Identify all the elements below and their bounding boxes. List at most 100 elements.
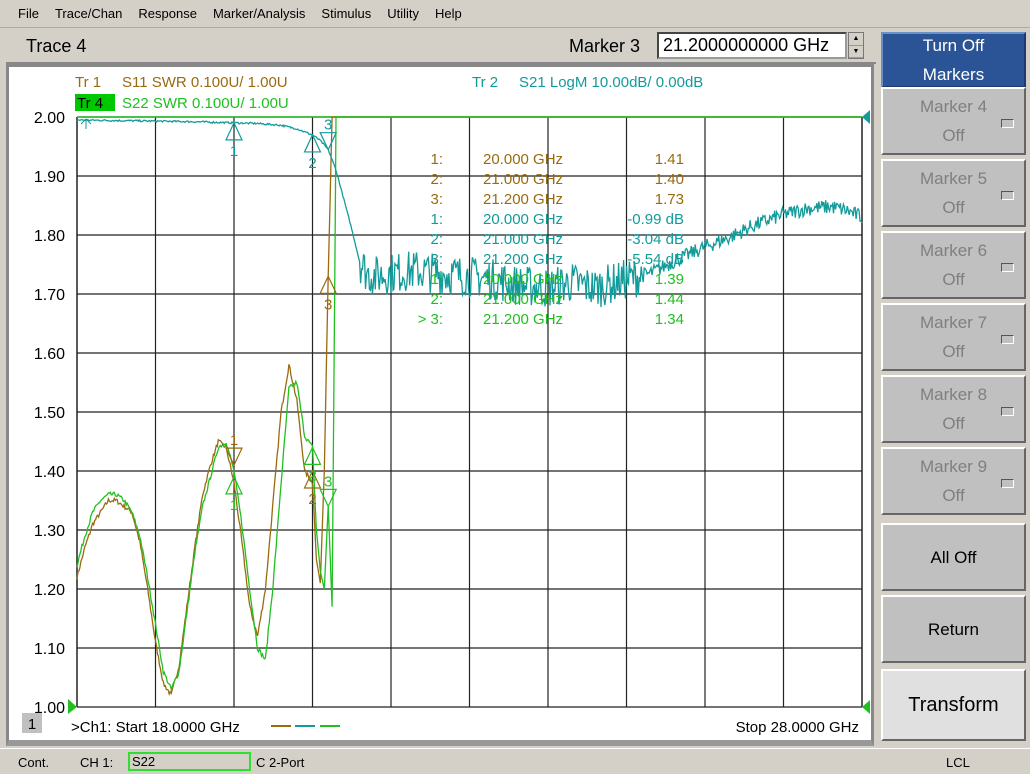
softkey-marker-8-off[interactable]: Marker 8 Off <box>881 375 1026 443</box>
trace2-description: S21 LogM 10.00dB/ 0.00dB <box>519 74 703 91</box>
readout-marker-frequency: 21.000 GHz <box>483 231 563 248</box>
stop-frequency: Stop 28.0000 GHz <box>736 719 859 736</box>
menu-response[interactable]: Response <box>130 6 205 21</box>
readout-marker-label: > 3: <box>418 311 443 328</box>
marker-frequency-input[interactable]: 21.2000000000 GHz <box>657 32 847 59</box>
start-frequency: >Ch1: Start 18.0000 GHz <box>71 719 240 736</box>
readout-marker-label: 2: <box>430 231 443 248</box>
softkey-sublabel: Off <box>942 126 965 145</box>
active-trace-title: Trace 4 <box>26 36 87 56</box>
readout-marker-value: 1.44 <box>655 291 684 308</box>
softkey-sublabel: Off <box>942 198 965 217</box>
y-tick-label: 1.30 <box>34 523 65 540</box>
marker-tr4-3-label: 3 <box>324 473 332 490</box>
menu-trace-chan[interactable]: Trace/Chan <box>47 6 130 21</box>
y-tick-label: 1.50 <box>34 405 65 422</box>
readout-marker-value: 1.34 <box>655 311 684 328</box>
softkey-all-off[interactable]: All Off <box>881 523 1026 591</box>
remote-status: LCL <box>946 755 970 770</box>
readout-marker-frequency: 20.000 GHz <box>483 151 563 168</box>
readout-marker-label: 1: <box>430 211 443 228</box>
y-tick-label: 1.20 <box>34 582 65 599</box>
measurement-status: S22 <box>128 752 251 771</box>
menubar: File Trace/Chan Response Marker/Analysis… <box>0 0 1030 28</box>
trace4-description: S22 SWR 0.100U/ 1.00U <box>122 95 289 112</box>
marker-tr2-3-icon[interactable] <box>319 132 338 152</box>
marker-tr2-2-label: 2 <box>308 155 316 172</box>
y-tick-label: 1.90 <box>34 169 65 186</box>
softkey-label: Turn Off <box>922 36 985 55</box>
readout-marker-frequency: 21.200 GHz <box>483 251 563 268</box>
softkey-turn-off-markers[interactable]: Turn Off Markers <box>881 32 1026 88</box>
trace1-description: S11 SWR 0.100U/ 1.00U <box>122 74 288 91</box>
marker-tr4-2-label: 2 <box>308 467 316 484</box>
spin-down-button[interactable]: ▼ <box>849 46 863 58</box>
softkey-marker-9-off[interactable]: Marker 9 Off <box>881 447 1026 515</box>
y-tick-label: 1.10 <box>34 641 65 658</box>
start-reference-icon <box>68 699 77 714</box>
softkey-sublabel: Off <box>942 486 965 505</box>
menu-marker-analysis[interactable]: Marker/Analysis <box>205 6 313 21</box>
readout-marker-value: 1.40 <box>655 171 684 188</box>
softkey-sublabel: Off <box>942 342 965 361</box>
softkey-return[interactable]: Return <box>881 595 1026 663</box>
readout-marker-value: 1.41 <box>655 151 684 168</box>
softkey-marker-6-off[interactable]: Marker 6 Off <box>881 231 1026 299</box>
menu-utility[interactable]: Utility <box>379 6 427 21</box>
vna-application: File Trace/Chan Response Marker/Analysis… <box>0 0 1030 774</box>
spin-up-button[interactable]: ▲ <box>849 33 863 46</box>
trace4-id: Tr 4 <box>77 95 103 112</box>
marker-frequency-spinner: ▲ ▼ <box>848 32 864 59</box>
marker-checkbox <box>1001 335 1014 344</box>
softkey-marker-4-off[interactable]: Marker 4 Off <box>881 87 1026 155</box>
readout-marker-frequency: 20.000 GHz <box>483 211 563 228</box>
softkey-label: Marker 5 <box>919 169 988 188</box>
readout-marker-label: 3: <box>430 191 443 208</box>
softkey-marker-5-off[interactable]: Marker 5 Off <box>881 159 1026 227</box>
readout-marker-label: 3: <box>430 251 443 268</box>
softkey-transform[interactable]: Transform <box>881 669 1026 741</box>
y-tick-label: 1.80 <box>34 228 65 245</box>
marker-checkbox <box>1001 119 1014 128</box>
readout-marker-label: 1: <box>430 151 443 168</box>
marker-tr1-1-label: 1 <box>230 432 238 449</box>
marker-tr2-3-label: 3 <box>324 117 332 134</box>
menu-file[interactable]: File <box>10 6 47 21</box>
measurement-chart[interactable]: 12312312 3 2.001.901.801.701.601.501.401.… <box>9 67 871 740</box>
readout-marker-label: 2: <box>430 171 443 188</box>
softkey-label: Marker 7 <box>919 313 988 332</box>
readout-marker-frequency: 21.200 GHz <box>483 311 563 328</box>
readout-marker-frequency: 21.000 GHz <box>483 291 563 308</box>
marker-checkbox <box>1001 407 1014 416</box>
softkey-panel: Turn Off Markers Marker 4 Off Marker 5 Off Mar… <box>877 29 1030 747</box>
reference-level-icon <box>862 110 870 124</box>
readout-marker-value: -0.99 dB <box>627 211 684 228</box>
softkey-label: Marker 8 <box>919 385 988 404</box>
y-tick-label: 1.40 <box>34 464 65 481</box>
trace1-id: Tr 1 <box>75 74 101 91</box>
softkey-label: Marker 4 <box>919 97 988 116</box>
softkey-label: Transform <box>908 693 999 716</box>
marker-tr1-3-label: 3 <box>324 296 332 313</box>
softkey-label: Return <box>927 619 980 639</box>
marker-tr2-1-label: 1 <box>230 143 238 160</box>
y-tick-label: 1.60 <box>34 346 65 363</box>
readout-marker-frequency: 21.000 GHz <box>483 171 563 188</box>
softkey-sublabel: Off <box>942 414 965 433</box>
sweep-mode-status: Cont. <box>18 755 50 770</box>
channel-badge-number: 1 <box>28 716 36 733</box>
menu-stimulus[interactable]: Stimulus <box>313 6 379 21</box>
readout-marker-value: 1.39 <box>655 271 684 288</box>
softkey-marker-7-off[interactable]: Marker 7 Off <box>881 303 1026 371</box>
softkey-label: Marker 6 <box>919 241 988 260</box>
marker-entry-label: Marker 3 <box>569 36 641 56</box>
readout-marker-frequency: 21.200 GHz <box>483 191 563 208</box>
marker-tr4-1-label: 1 <box>230 497 238 514</box>
channel-status: CH 1: <box>80 755 114 770</box>
readout-marker-label: 1: <box>430 271 443 288</box>
readout-marker-value: 1.73 <box>655 191 684 208</box>
menu-help[interactable]: Help <box>427 6 470 21</box>
softkey-label: All Off <box>930 547 977 567</box>
trace2-id: Tr 2 <box>472 74 498 91</box>
readout-marker-frequency: 20.000 GHz <box>483 271 563 288</box>
